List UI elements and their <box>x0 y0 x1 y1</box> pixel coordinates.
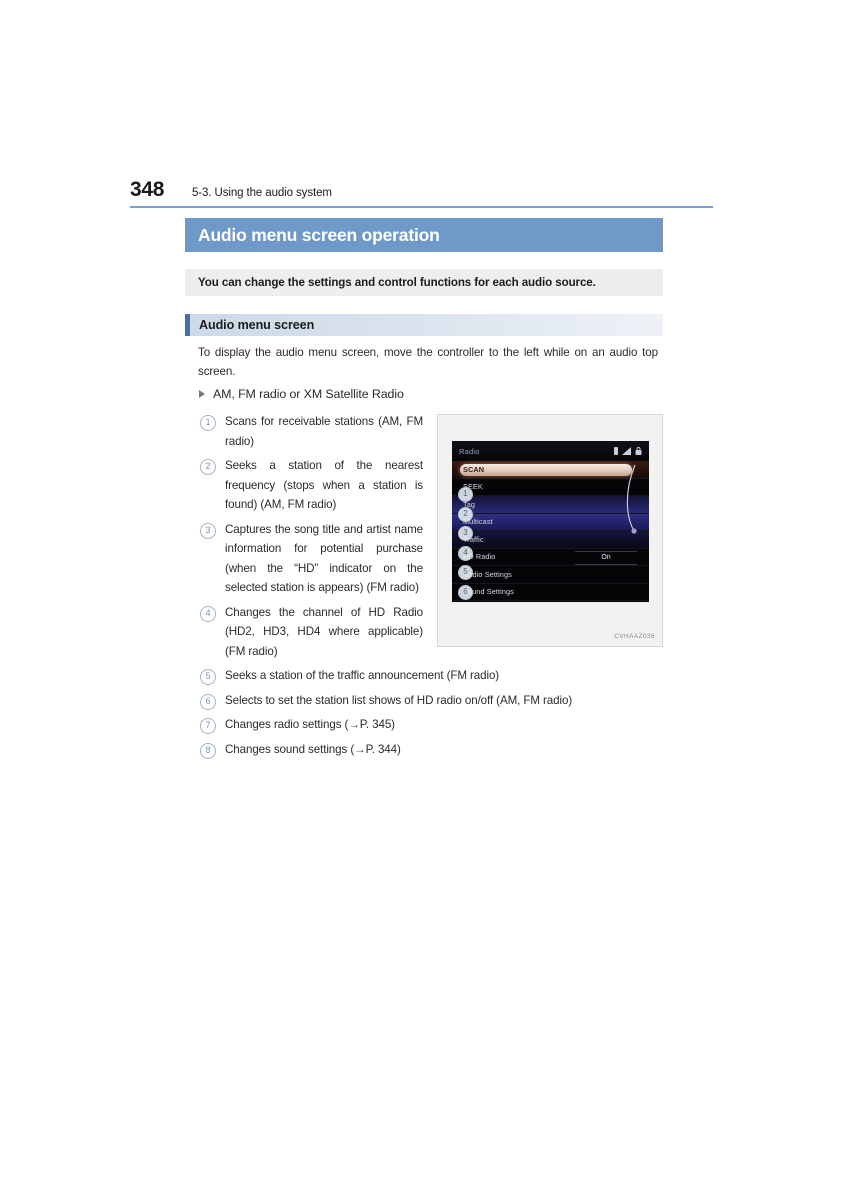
page-number: 348 <box>130 178 165 201</box>
running-head: 348 5-3. Using the audio system <box>130 178 713 204</box>
radio-menu-row[interactable]: Radio Settings <box>452 566 649 584</box>
source-bullet-label: AM, FM radio or XM Satellite Radio <box>213 387 404 401</box>
scroll-arc-indicator <box>626 464 637 534</box>
subsection-title: Audio menu screen <box>199 318 315 332</box>
callout-number-badge: 6 <box>200 693 216 710</box>
callout-description: Changes the channel of HD Radio (HD2, HD… <box>225 605 423 658</box>
radio-menu-row-label: SCAN <box>463 464 485 474</box>
intro-note-text: You can change the settings and control … <box>198 276 596 289</box>
callout-description: Captures the song title and artist name … <box>225 522 423 595</box>
selected-row-highlight <box>460 463 632 476</box>
radio-menu-row[interactable]: SEEK <box>452 479 649 496</box>
callout-item: 6 Selects to set the station list shows o… <box>200 691 640 711</box>
radio-menu-row[interactable]: Tag <box>452 496 649 514</box>
radio-menu-list: SCAN SEEK Tag Multicast Traffic HD Radio On Rad… <box>452 461 649 601</box>
intro-note-box: You can change the settings and control … <box>185 269 663 296</box>
manual-page: 348 5-3. Using the audio system Audio me… <box>0 0 848 1200</box>
radio-screen-titlebar: Radio <box>452 441 649 461</box>
figure-callout-badge: 6 <box>458 584 473 600</box>
running-head-title: 5-3. Using the audio system <box>192 187 332 199</box>
hd-radio-on-button[interactable]: On <box>575 551 637 565</box>
figure-callout-badge: 1 <box>458 487 473 502</box>
radio-menu-row[interactable]: Traffic <box>452 531 649 549</box>
subsection-header: Audio menu screen <box>185 314 663 336</box>
info-icon <box>614 447 618 455</box>
radio-screen: Radio SCAN SEEK Tag Multicast Traffic HD Radi… <box>452 441 649 602</box>
signal-bars-icon <box>622 447 631 455</box>
section-banner-title: Audio menu screen operation <box>198 224 440 245</box>
figure-callout-badge: 5 <box>458 565 473 580</box>
figure-callout-badge: 4 <box>458 545 473 561</box>
status-icon-group <box>614 447 642 455</box>
callout-number-badge: 8 <box>200 742 216 759</box>
figure-callout-badges: 12345678 <box>458 487 474 602</box>
callout-number-badge: 2 <box>200 459 216 475</box>
lock-icon <box>635 447 642 455</box>
intro-paragraph: To display the audio menu screen, move t… <box>198 346 658 378</box>
radio-menu-row[interactable]: SCAN <box>452 461 649 479</box>
figure-callout-badge: 2 <box>458 506 473 522</box>
callout-item: 7 Changes radio settings (→P. 345) <box>200 715 640 735</box>
radio-screen-figure: Radio SCAN SEEK Tag Multicast Traffic HD Radi… <box>437 414 663 647</box>
header-rule <box>130 206 713 208</box>
radio-menu-row[interactable]: Multicast <box>452 513 649 531</box>
radio-screen-title: Radio <box>459 446 480 456</box>
section-banner: Audio menu screen operation <box>185 218 663 252</box>
subsection-accent-tab <box>185 314 190 336</box>
callout-number-badge: 4 <box>200 605 216 622</box>
callout-description: Seeks a station of the nearest frequency… <box>225 459 423 511</box>
callout-item: 5 Seeks a station of the traffic announce… <box>200 666 640 686</box>
callout-description: Selects to set the station list shows of… <box>225 693 573 707</box>
callout-number-badge: 5 <box>200 669 216 685</box>
triangle-bullet-icon <box>199 390 205 398</box>
callout-item: 8 Changes sound settings (→P. 344) <box>200 740 640 760</box>
callout-number-badge: 7 <box>200 718 216 734</box>
figure-code: CVHAAZ036 <box>614 633 655 640</box>
callout-description: Changes radio settings (→P. 345) <box>225 718 395 731</box>
callout-number-badge: 3 <box>200 522 216 539</box>
radio-menu-row[interactable]: HD Radio On <box>452 549 649 566</box>
callout-description: Seeks a station of the traffic announcem… <box>225 669 500 682</box>
callout-description: Changes sound settings (→P. 344) <box>225 742 401 756</box>
radio-menu-row[interactable]: Sound Settings <box>452 584 649 601</box>
source-bullet-line: AM, FM radio or XM Satellite Radio <box>199 387 404 401</box>
figure-callout-badge: 3 <box>458 526 473 541</box>
callout-number-badge: 1 <box>200 415 216 431</box>
callout-description: Scans for receivable stations (AM, FM ra… <box>225 415 423 448</box>
